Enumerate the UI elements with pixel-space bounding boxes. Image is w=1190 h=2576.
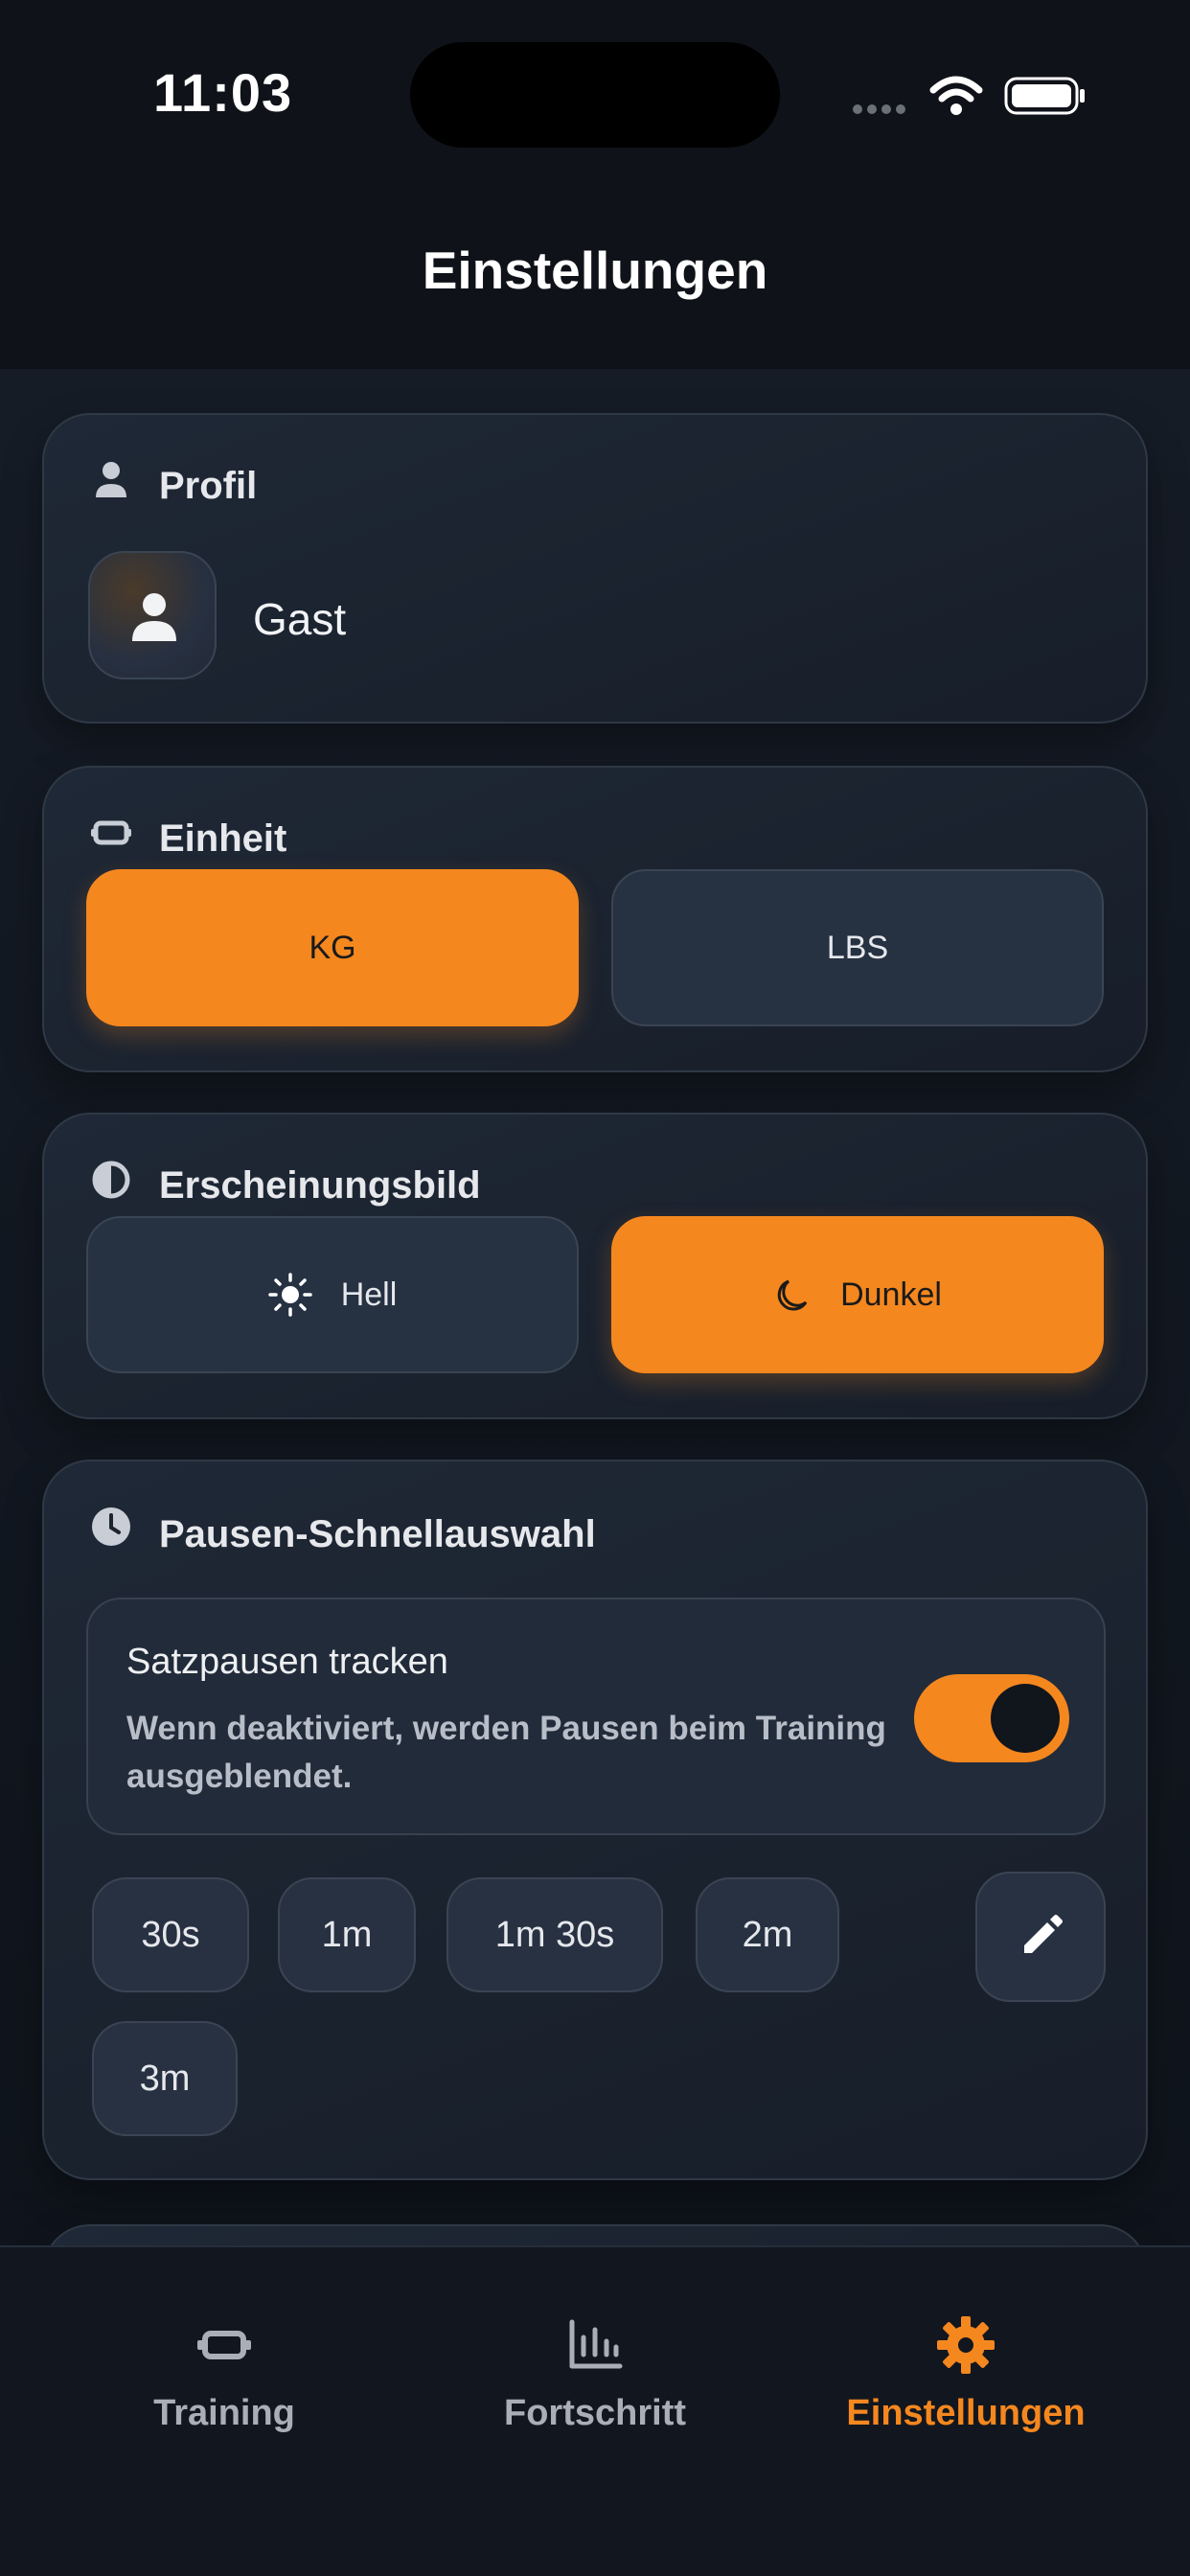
gear-icon	[937, 2316, 995, 2374]
profile-title: Profil	[159, 465, 258, 507]
unit-card: Einheit KG LBS	[42, 766, 1148, 1072]
toggle-knob	[991, 1684, 1060, 1753]
settings-content[interactable]: Profil Gast Einheit KG LBS Erscheinungsb…	[0, 369, 1190, 2247]
rest-preset-label: 1m	[321, 1914, 373, 1955]
unit-option-kg[interactable]: KG	[86, 869, 579, 1026]
person-icon	[96, 462, 126, 497]
battery-icon	[1004, 77, 1085, 115]
rest-preset-chip[interactable]: 1m	[278, 1877, 416, 1992]
tab-training[interactable]: Training	[80, 2314, 368, 2434]
sun-icon	[267, 1273, 312, 1317]
rest-title: Pausen-Schnellauswahl	[159, 1513, 596, 1555]
cellular-signal-icon	[853, 102, 912, 115]
rest-tracking-panel: Satzpausen tracken Wenn deaktiviert, wer…	[86, 1598, 1106, 1835]
next-settings-card	[42, 2224, 1148, 2247]
rest-preset-label: 30s	[141, 1914, 200, 1955]
dumbbell-icon	[197, 2331, 251, 2359]
clock-icon	[92, 1507, 130, 1546]
unit-option-lbs[interactable]: LBS	[611, 869, 1104, 1026]
rest-preset-chip[interactable]: 3m	[92, 2021, 238, 2136]
rest-preset-chip[interactable]: 30s	[92, 1877, 249, 1992]
tab-settings-label: Einstellungen	[846, 2393, 1086, 2433]
tab-progress-label: Fortschritt	[504, 2393, 686, 2433]
profile-name: Gast	[253, 594, 347, 644]
contrast-icon	[92, 1161, 130, 1199]
appearance-card: Erscheinungsbild Hell Dunkel	[42, 1113, 1148, 1419]
avatar[interactable]	[88, 551, 217, 679]
wifi-icon	[929, 76, 983, 115]
edit-presets-button[interactable]	[975, 1872, 1106, 2002]
status-time: 11:03	[153, 62, 293, 123]
dumbbell-icon	[91, 820, 131, 845]
unit-option-lbs-label: LBS	[826, 929, 889, 966]
appearance-title: Erscheinungsbild	[159, 1164, 481, 1207]
pencil-icon	[1024, 1915, 1063, 1953]
tab-progress[interactable]: Fortschritt	[451, 2314, 739, 2434]
status-bar: 11:03	[0, 0, 1190, 192]
avatar-person-icon	[132, 593, 176, 641]
tab-training-label: Training	[153, 2393, 295, 2433]
tab-settings[interactable]: Einstellungen	[822, 2314, 1110, 2434]
appearance-option-dark-label: Dunkel	[840, 1276, 942, 1313]
rest-tracking-title: Satzpausen tracken	[126, 1642, 448, 1682]
tab-bar: Training Fortschritt Einstellungen	[0, 2245, 1190, 2576]
rest-presets-card: Pausen-Schnellauswahl Satzpausen tracken…	[42, 1460, 1148, 2180]
bar-chart-icon	[569, 2319, 623, 2369]
moon-icon	[777, 1279, 808, 1311]
appearance-option-light[interactable]: Hell	[86, 1216, 579, 1373]
rest-tracking-toggle[interactable]	[914, 1674, 1069, 1762]
rest-preset-label: 1m 30s	[494, 1914, 615, 1955]
appearance-option-dark[interactable]: Dunkel	[611, 1216, 1104, 1373]
rest-preset-label: 2m	[742, 1914, 793, 1955]
unit-title: Einheit	[159, 817, 287, 860]
dynamic-island	[410, 42, 780, 148]
unit-option-kg-label: KG	[309, 929, 356, 966]
appearance-option-light-label: Hell	[340, 1276, 398, 1313]
page-title: Einstellungen	[422, 241, 768, 300]
rest-preset-chip[interactable]: 1m 30s	[446, 1877, 663, 1992]
rest-preset-label: 3m	[139, 2058, 191, 2099]
rest-preset-chip[interactable]: 2m	[696, 1877, 839, 1992]
profile-card: Profil Gast	[42, 413, 1148, 724]
rest-tracking-description: Wenn deaktiviert, werden Pausen beim Tra…	[126, 1710, 886, 1795]
